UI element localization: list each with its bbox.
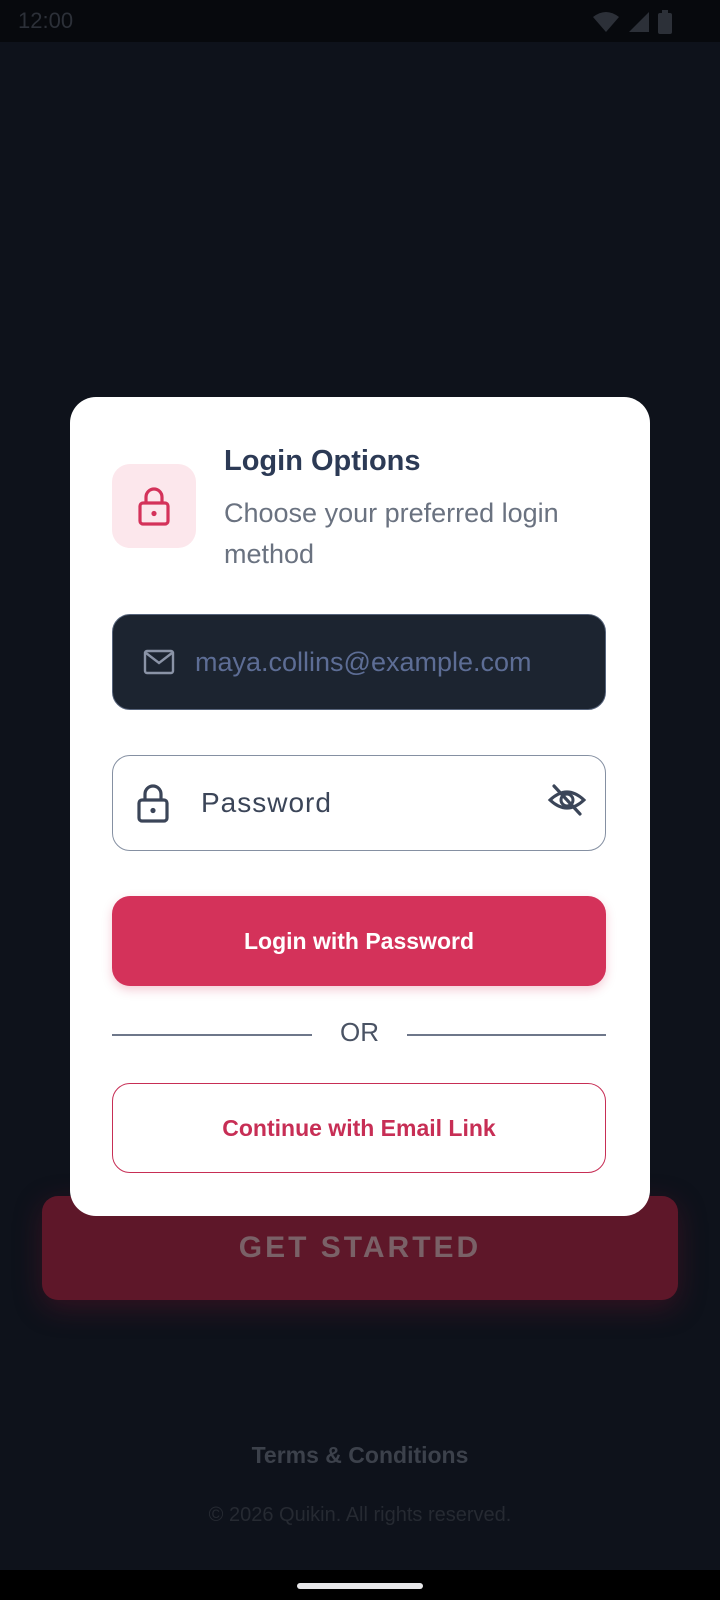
divider-line-right [407,1034,606,1036]
lock-icon [137,783,169,823]
dialog-title: Login Options [224,445,421,477]
status-icons [592,10,672,34]
eye-off-icon[interactable] [547,782,587,818]
dialog-header-icon-box [112,464,196,548]
status-time: 12:00 [18,8,74,33]
email-field[interactable]: maya.collins@example.com [112,614,606,710]
home-indicator[interactable] [297,1583,423,1589]
battery-icon [658,10,672,34]
password-input[interactable] [199,786,533,820]
continue-with-email-link-button[interactable]: Continue with Email Link [112,1083,606,1173]
dialog-subtitle: Choose your preferred login method [224,498,559,569]
or-divider-label: OR [340,1017,379,1047]
login-options-dialog: Login Options Choose your preferred logi… [70,397,650,1216]
email-value: maya.collins@example.com [195,646,532,677]
login-screen: 12:00 GET STARTED Terms & Conditions © 2… [0,0,720,1600]
status-bar: 12:00 [0,0,720,42]
signal-icon [628,11,650,33]
copyright-text: © 2026 Quikin. All rights reserved. [208,1504,512,1526]
divider-line-left [112,1034,312,1036]
lock-icon [137,486,171,526]
mail-icon [143,649,175,675]
wifi-icon [592,11,620,33]
terms-and-conditions-link[interactable]: Terms & Conditions [0,1442,720,1469]
password-field[interactable] [112,755,606,851]
login-with-password-button[interactable]: Login with Password [112,896,606,986]
